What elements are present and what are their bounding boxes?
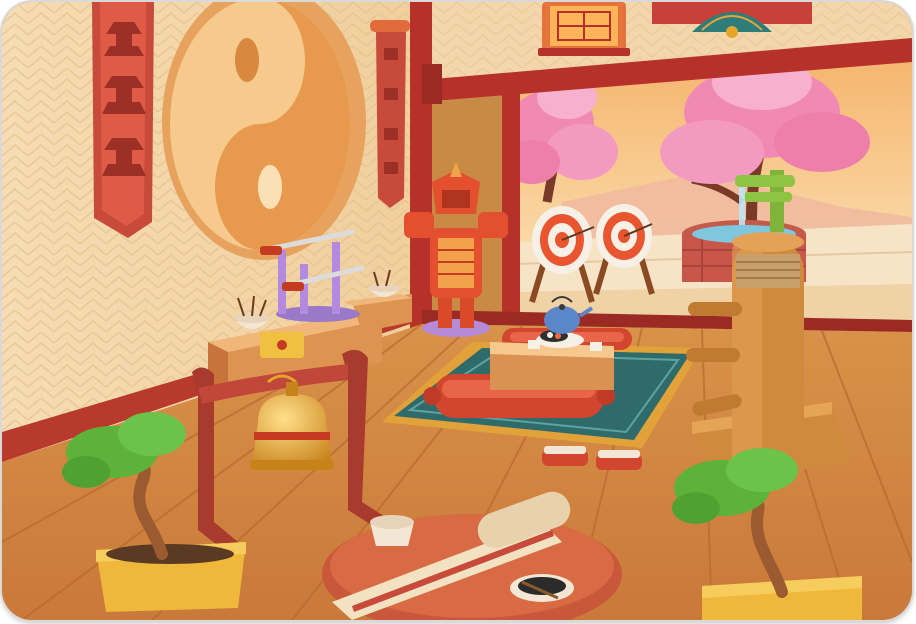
dojo-scene (2, 2, 912, 620)
hanging-lantern (538, 2, 630, 56)
game-scene-frame (2, 2, 912, 620)
ink-bowl (510, 574, 574, 602)
tea-cup-icon (370, 515, 414, 546)
pagoda-wall-scroll (92, 2, 154, 238)
